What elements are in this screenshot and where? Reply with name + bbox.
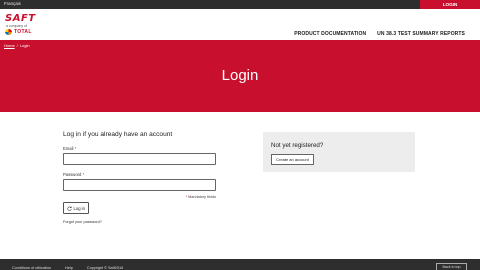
site-footer: Conditions of utilization Help Copyright… [0,259,480,270]
register-heading: Not yet registered? [271,142,324,149]
main-nav: PRODUCT DOCUMENTATION UN 38.3 TEST SUMMA… [294,31,465,37]
nav-product-documentation[interactable]: PRODUCT DOCUMENTATION [294,31,366,37]
breadcrumb-home-link[interactable]: Home [4,43,15,48]
site-header: SAFT a company of TOTAL PRODUCT DOCUMENT… [0,9,480,40]
register-panel: Not yet registered? Create an account [263,132,415,172]
total-logo-icon [5,29,12,35]
top-utility-bar: Français LOGIN [0,0,480,9]
page-title: Login [221,67,259,84]
parent-brand-name: TOTAL [14,29,32,35]
top-login-button[interactable]: LOGIN [420,0,480,9]
refresh-icon [67,205,72,211]
breadcrumb-separator: / [16,43,18,48]
breadcrumb: Home / Login [4,43,30,48]
email-label: Email * [63,146,77,151]
back-to-top-button[interactable]: Back to top [436,263,467,270]
mandatory-note: * Mandatory fields [185,195,216,199]
password-label: Password * [63,172,85,177]
password-field[interactable] [63,179,216,191]
total-logo: TOTAL [5,29,45,35]
footer-link-help[interactable]: Help [65,266,73,270]
page-hero-banner: Home / Login Login [0,40,480,112]
create-account-button[interactable]: Create an account [271,154,314,165]
forgot-password-link[interactable]: Forgot your password? [63,220,102,224]
nav-un383-test-summary-reports[interactable]: UN 38.3 TEST SUMMARY REPORTS [377,31,465,37]
brand-tagline: a company of [6,24,28,28]
email-field[interactable] [63,153,216,165]
footer-links: Conditions of utilization Help Copyright… [12,266,123,270]
footer-copyright: Copyright © Saft2016 [86,266,124,270]
login-submit-button[interactable]: Log in [63,202,89,214]
login-heading: Log in if you already have an account [63,131,173,138]
language-switch-link[interactable]: Français [4,1,21,7]
breadcrumb-current: Login [19,43,30,48]
footer-link-conditions[interactable]: Conditions of utilization [12,266,51,270]
login-submit-label: Log in [73,205,85,211]
brand-name: SAFT [5,13,36,24]
saft-logo[interactable]: SAFT a company of TOTAL [5,14,45,36]
login-form: Log in if you already have an account Em… [63,131,223,224]
